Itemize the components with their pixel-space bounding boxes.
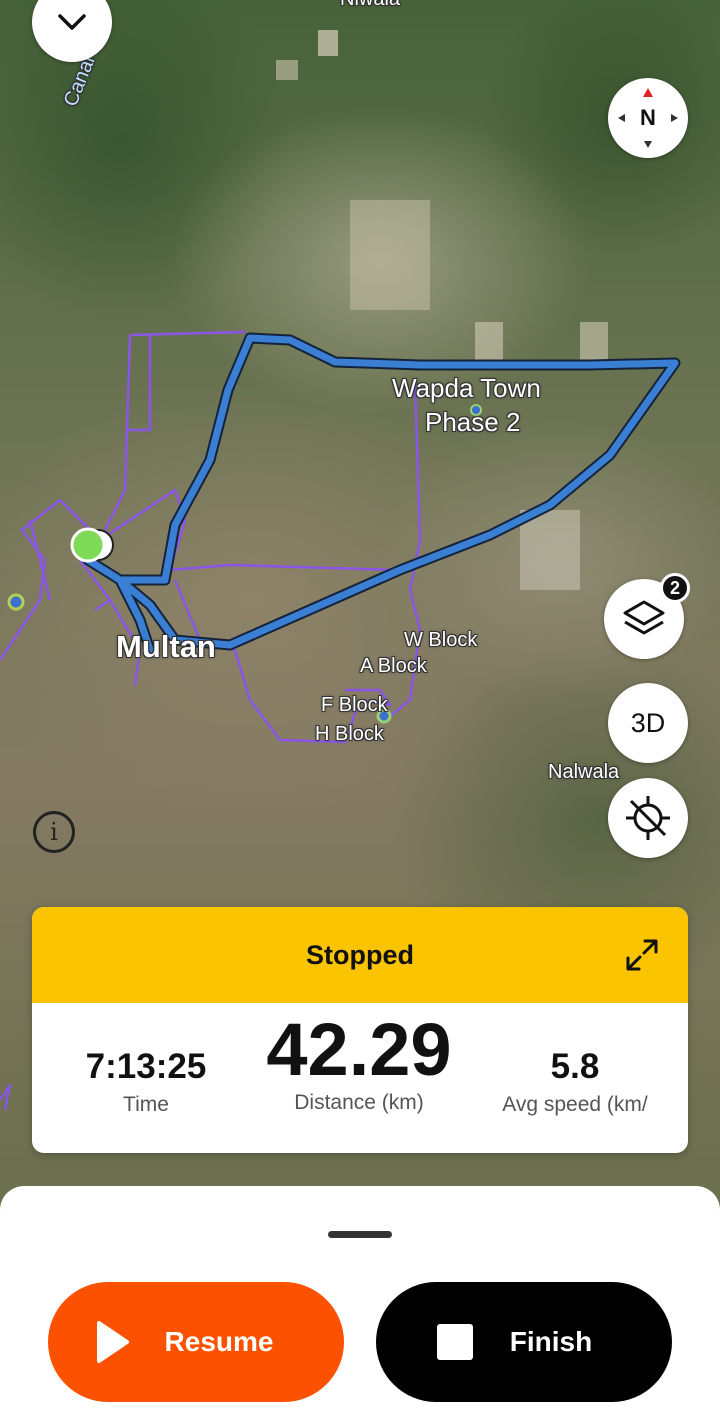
3d-view-button[interactable]: 3D: [608, 683, 688, 763]
stats-row: 7:13:25 Time 42.29 Distance (km) 5.8 Avg…: [32, 1003, 688, 1153]
layers-count-badge: 2: [660, 573, 690, 603]
bottom-sheet: Resume Finish: [0, 1186, 720, 1416]
avg-speed-label: Avg speed (km/: [502, 1093, 648, 1116]
layers-icon: [623, 600, 665, 635]
location-off-icon: [626, 796, 670, 840]
map-label-h-block: H Block: [315, 723, 384, 745]
time-label: Time: [123, 1093, 169, 1116]
info-icon[interactable]: i: [33, 811, 75, 853]
map-label-niwala: Niwala: [340, 0, 400, 11]
expand-icon[interactable]: [624, 937, 660, 973]
sheet-drag-handle[interactable]: [328, 1231, 392, 1238]
stat-avg-speed: 5.8 Avg speed (km/: [490, 1047, 660, 1117]
activity-stats-card: Stopped 7:13:25 Time 42.29 Distance (km)…: [32, 907, 688, 1153]
compass-button[interactable]: N: [608, 78, 688, 158]
stat-time: 7:13:25 Time: [66, 1047, 226, 1117]
map-label-phase-2: Phase 2: [425, 407, 521, 437]
stat-distance: 42.29 Distance (km): [258, 1011, 460, 1115]
layers-button[interactable]: 2: [604, 573, 690, 659]
play-icon: [96, 1321, 129, 1363]
finish-label: Finish: [509, 1326, 593, 1357]
map-label-w-block: W Block: [404, 629, 478, 651]
chevron-down-icon: [58, 14, 86, 30]
start-marker: [70, 527, 106, 563]
map-label-nalwala: Nalwala: [548, 761, 620, 783]
map-label-a-block: A Block: [360, 655, 427, 677]
finish-button[interactable]: Finish: [376, 1282, 672, 1402]
resume-button[interactable]: Resume: [48, 1282, 344, 1402]
compass-label: N: [640, 105, 656, 130]
map-label-f-block: F Block: [321, 694, 388, 716]
resume-label: Resume: [164, 1326, 274, 1357]
status-header: Stopped: [32, 907, 688, 1003]
distance-label: Distance (km): [294, 1090, 424, 1114]
distance-value: 42.29: [266, 1008, 452, 1091]
map-label-multan: Multan: [116, 629, 216, 664]
map-label-wapda-town: Wapda Town: [392, 373, 541, 403]
3d-view-label: 3D: [630, 707, 666, 738]
stop-icon: [436, 1324, 473, 1360]
activity-status: Stopped: [306, 939, 414, 970]
avg-speed-value: 5.8: [550, 1047, 600, 1086]
time-value: 7:13:25: [85, 1047, 207, 1086]
locate-button[interactable]: [608, 778, 688, 858]
